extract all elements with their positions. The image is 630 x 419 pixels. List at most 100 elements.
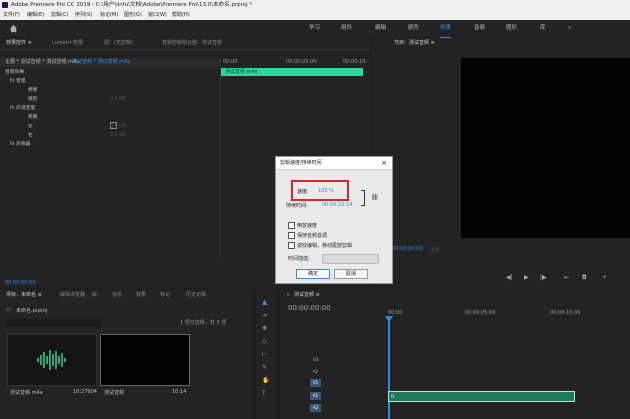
- workspace-more-icon[interactable]: »: [568, 20, 571, 37]
- export-frame-icon[interactable]: ◘: [582, 274, 587, 281]
- program-monitor-panel: 节目：测试音频 ≡ 适合 00:00:00:00 ◀| ▶ |▶ ⇤ ◘ +: [372, 38, 630, 288]
- interpolation-select[interactable]: [322, 254, 379, 264]
- ok-button[interactable]: 确定: [296, 269, 330, 279]
- right-value[interactable]: 0.0 dB: [110, 132, 126, 140]
- effect-channel-volume[interactable]: fx 声道音量: [10, 105, 35, 113]
- maintain-pitch-checkbox[interactable]: [288, 232, 295, 239]
- menu-graphics[interactable]: 图形(G): [124, 10, 142, 20]
- tab-media-browser[interactable]: 媒体浏览器: [60, 290, 85, 301]
- playhead[interactable]: [388, 316, 390, 419]
- audio-clip[interactable]: fx: [388, 391, 575, 402]
- home-icon[interactable]: [9, 24, 18, 33]
- premiere-app-icon: [2, 2, 8, 8]
- menu-bar: 文件(F) 编辑(E) 剪辑(C) 序列(S) 标记(M) 图形(G) 窗口(W…: [0, 10, 630, 20]
- reverse-label: 倒放速度: [297, 223, 318, 229]
- tab-sequence[interactable]: 测试音频 ≡: [294, 290, 320, 301]
- playhead-handle-icon[interactable]: [385, 316, 393, 322]
- clip-label[interactable]: 测试音频 * 测试音频.m4a: [72, 58, 130, 67]
- duration-value[interactable]: 00:00:10:14: [322, 202, 353, 208]
- ec-timecode-end: 00:00:10: [343, 59, 366, 65]
- dialog-close-icon[interactable]: ×: [381, 157, 387, 169]
- step-forward-icon[interactable]: |▶: [540, 274, 547, 281]
- selection-tool-icon[interactable]: ▲: [262, 298, 267, 306]
- play-icon[interactable]: ▶: [524, 274, 529, 281]
- track-v2[interactable]: V2: [310, 368, 321, 376]
- tab-program-monitor[interactable]: 节目：测试音频 ≡: [394, 38, 435, 49]
- ec-clip-name: 测试音频.m4a: [225, 69, 258, 75]
- cancel-button[interactable]: 取消: [334, 269, 368, 279]
- ec-footer-time: 00:00:00:00: [5, 280, 36, 286]
- ripple-edit-label: 波纹编辑，移动尾部剪辑: [297, 243, 353, 249]
- window-title: Adobe Premiere Pro CC 2019 - C:\用户\linfu…: [11, 2, 253, 8]
- link-bracket: [361, 190, 365, 206]
- workspace-tab-color[interactable]: 颜色: [408, 20, 419, 37]
- workspace-tab-library[interactable]: 库: [540, 20, 546, 37]
- transport-controls: ◀| ▶ |▶ ⇤ ◘ +: [502, 274, 622, 284]
- param-left: 左: [28, 124, 33, 129]
- tab-source[interactable]: 源：(无剪辑): [104, 38, 133, 49]
- menu-file[interactable]: 文件(F): [3, 10, 20, 20]
- timeline-close-icon[interactable]: ×: [286, 290, 290, 301]
- menu-sequence[interactable]: 序列(S): [75, 10, 92, 20]
- add-button-icon[interactable]: +: [602, 274, 607, 281]
- ec-clip-bar[interactable]: 测试音频.m4a: [221, 68, 363, 76]
- menu-markers[interactable]: 标记(M): [100, 10, 118, 20]
- track-v3[interactable]: V3: [310, 356, 321, 364]
- tab-project[interactable]: 项目：未命名 ≡: [6, 290, 42, 301]
- workspace-tab-learn[interactable]: 学习: [309, 20, 320, 37]
- workspace-tab-effects[interactable]: 效果: [440, 20, 452, 38]
- workspace-tab-assembly[interactable]: 组件: [341, 20, 352, 37]
- sequence-item-thumbnail[interactable]: [100, 334, 190, 386]
- razor-icon[interactable]: ◇: [262, 338, 267, 345]
- left-value[interactable]: 0.0 dB: [110, 123, 126, 131]
- slip-icon[interactable]: ⊢: [262, 351, 267, 358]
- tab-history[interactable]: 历史记录: [186, 290, 206, 301]
- menu-window[interactable]: 窗口(W): [148, 10, 167, 20]
- ec-timecode-mid: 00:00:05:00: [286, 59, 317, 65]
- project-panel: 项目：未命名 ≡ 媒体浏览器 库 信息 效果 标记 历史记录 ▭ 未命名.prp…: [0, 290, 252, 419]
- track-a2[interactable]: A2: [310, 404, 321, 412]
- workspace-tab-editing[interactable]: 编辑: [375, 20, 386, 37]
- tab-audio-clip-mixer[interactable]: 音频剪辑混合器：测试音频: [162, 38, 222, 49]
- tab-markers[interactable]: 标记: [160, 290, 170, 301]
- program-fit-dropdown[interactable]: 适合: [430, 246, 440, 253]
- level-value[interactable]: 0.0 dB: [110, 96, 126, 104]
- menu-edit[interactable]: 编辑(E): [27, 10, 44, 20]
- audio-item-thumbnail[interactable]: [7, 334, 97, 386]
- workspace-tab-audio[interactable]: 音频: [474, 20, 485, 37]
- pen-icon[interactable]: ✎: [262, 364, 267, 371]
- source-label[interactable]: 主要 * 测试音频 * 测试音频.m4a: [5, 58, 79, 67]
- reverse-checkbox[interactable]: [288, 222, 295, 229]
- dialog-titlebar: 剪辑速度/持续时间 ×: [276, 157, 392, 170]
- step-back-icon[interactable]: ◀|: [506, 274, 513, 281]
- workspace-tab-graphics[interactable]: 图形: [506, 20, 517, 37]
- program-timecode[interactable]: 00:00:00:00: [392, 246, 423, 252]
- effect-panner[interactable]: fx 声像器: [10, 141, 30, 149]
- duration-label: 持续时间:: [286, 203, 308, 209]
- ripple-edit-checkbox[interactable]: [288, 242, 295, 249]
- ripple-edit-icon[interactable]: ✥: [262, 325, 267, 332]
- tab-lumetri-scopes[interactable]: Lumetri 范围: [52, 38, 83, 49]
- hand-icon[interactable]: ✋: [262, 377, 269, 384]
- menu-help[interactable]: 帮助(H): [172, 10, 190, 20]
- program-video-frame: [461, 58, 630, 238]
- track-a1[interactable]: A1: [310, 392, 321, 400]
- track-v1[interactable]: V1: [310, 379, 321, 387]
- param-level: 级别: [28, 97, 38, 102]
- menu-clip[interactable]: 剪辑(C): [51, 10, 68, 20]
- project-folder-icon: ▭: [6, 307, 11, 313]
- param-right: 右: [28, 133, 33, 138]
- track-select-icon[interactable]: ⇥: [262, 312, 267, 319]
- speed-value[interactable]: 100 %: [318, 188, 334, 194]
- timeline-timecode[interactable]: 00:00:00:00: [288, 304, 331, 312]
- type-icon[interactable]: T: [262, 390, 266, 397]
- insert-icon[interactable]: ⇤: [564, 274, 569, 281]
- tab-info[interactable]: 信息: [112, 290, 122, 301]
- effect-volume[interactable]: fx 音量: [10, 78, 26, 86]
- tab-effect-controls[interactable]: 效果控件 ≡: [6, 38, 32, 49]
- selection-status: 1 项已选择，共 3 项: [180, 320, 227, 326]
- tab-effects[interactable]: 效果: [136, 290, 146, 301]
- tab-libraries[interactable]: 库: [92, 290, 97, 301]
- link-chain-icon[interactable]: ⛓: [371, 194, 379, 201]
- project-search-input[interactable]: [6, 319, 101, 327]
